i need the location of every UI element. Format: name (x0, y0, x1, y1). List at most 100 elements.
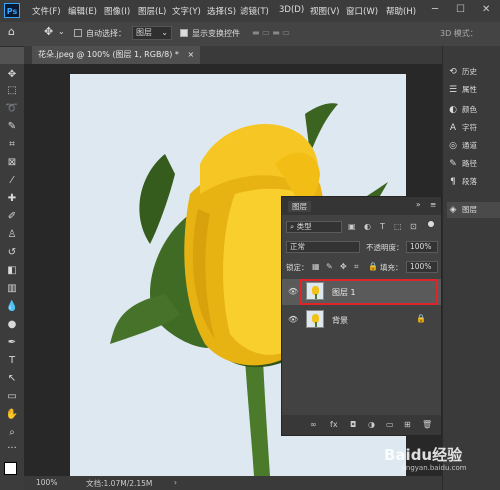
dock-channels[interactable]: ◎ 通道 (447, 138, 500, 154)
filter-type-icon[interactable]: T (380, 222, 385, 231)
dock-properties[interactable]: ☰ 属性 (447, 82, 500, 98)
menu-filter[interactable]: 滤镜(T) (240, 5, 269, 17)
brush-tool-icon[interactable]: ✐ (4, 210, 20, 224)
home-icon[interactable]: ⌂ (8, 25, 15, 38)
menu-help[interactable]: 帮助(H) (386, 5, 416, 17)
fill-field[interactable]: 100% (406, 261, 438, 273)
fx-icon[interactable]: fx (330, 420, 338, 429)
zoom-tool-icon[interactable]: ⌕ (4, 426, 20, 440)
zoom-level[interactable]: 100% (36, 478, 57, 487)
menu-edit[interactable]: 编辑(E) (68, 5, 97, 17)
link-icon[interactable]: ∞ (310, 420, 317, 429)
quick-select-tool-icon[interactable]: ✎ (4, 120, 20, 134)
dodge-tool-icon[interactable]: ● (4, 318, 20, 332)
dock-character[interactable]: A 字符 (447, 120, 500, 136)
more-tools-icon[interactable]: ··· (4, 442, 20, 456)
filter-pixel-icon[interactable]: ▣ (348, 222, 356, 231)
filter-adjust-icon[interactable]: ◐ (364, 222, 371, 231)
align-icons[interactable]: ▬ ▭ ▬ ▭ (252, 28, 290, 37)
character-icon: A (449, 123, 457, 133)
collapse-icon[interactable]: » (416, 200, 421, 209)
menu-window[interactable]: 窗口(W) (346, 5, 378, 17)
dock-history[interactable]: ⟲ 历史 (447, 64, 500, 80)
dock-paragraph[interactable]: ¶ 段落 (447, 174, 500, 190)
lock-all-icon[interactable]: 🔒 (368, 262, 378, 271)
new-layer-icon[interactable]: ⊞ (404, 420, 411, 429)
chevron-down-icon[interactable]: ⌄ (58, 27, 65, 36)
layer-name[interactable]: 背景 (332, 315, 348, 326)
layers-tab[interactable]: 图层 (288, 201, 311, 212)
hand-tool-icon[interactable]: ✋ (4, 408, 20, 422)
dock-color[interactable]: ◐ 颜色 (447, 102, 500, 118)
menu-layer[interactable]: 图层(L) (138, 5, 166, 17)
dock-layers[interactable]: ◈ 图层 (447, 202, 500, 218)
history-brush-icon[interactable]: ↺ (4, 246, 20, 260)
menu-file[interactable]: 文件(F) (32, 5, 61, 17)
lock-artboard-icon[interactable]: ⌗ (354, 262, 359, 272)
menu-view[interactable]: 视图(V) (310, 5, 339, 17)
close-button[interactable]: ✕ (482, 4, 490, 15)
menu-type[interactable]: 文字(Y) (172, 5, 201, 17)
channels-icon: ◎ (449, 141, 457, 151)
path-select-icon[interactable]: ↖ (4, 372, 20, 386)
close-tab-icon[interactable]: × (187, 50, 194, 59)
pen-tool-icon[interactable]: ✒ (4, 336, 20, 350)
menu-bar: Ps 文件(F) 编辑(E) 图像(I) 图层(L) 文字(Y) 选择(S) 滤… (0, 0, 500, 22)
filter-toggle[interactable] (428, 221, 434, 227)
healing-brush-icon[interactable]: ✚ (4, 192, 20, 206)
eyedropper-tool-icon[interactable]: ⁄ (4, 174, 20, 188)
lasso-tool-icon[interactable]: ➰ (4, 102, 20, 116)
mask-icon[interactable]: ◘ (350, 420, 356, 429)
auto-select-checkbox[interactable] (74, 29, 82, 37)
lock-image-icon[interactable]: ✎ (326, 262, 333, 271)
filter-kind-dropdown[interactable]: ⌕ 类型 (286, 221, 342, 233)
delete-icon[interactable]: 🗑 (422, 420, 432, 429)
photoshop-logo[interactable]: Ps (4, 3, 20, 18)
auto-select-dropdown[interactable]: 图层 ⌄ (132, 26, 172, 40)
eraser-tool-icon[interactable]: ◧ (4, 264, 20, 278)
move-tool-icon[interactable]: ✥ (4, 68, 20, 82)
foreground-color-swatch[interactable] (4, 462, 17, 475)
watermark-text: Baidu经验 (384, 446, 463, 464)
chevron-down-icon: ⌄ (161, 28, 168, 37)
blend-mode-dropdown[interactable]: 正常 (286, 241, 360, 253)
dock-paths[interactable]: ✎ 路径 (447, 156, 500, 172)
visibility-eye-icon[interactable]: 👁 (288, 287, 298, 296)
gradient-tool-icon[interactable]: ▥ (4, 282, 20, 296)
tools-panel: ✥ ⬚ ➰ ✎ ⌗ ⊠ ⁄ ✚ ✐ ♙ ↺ ◧ ▥ 💧 ● ✒ T ↖ ▭ ✋ … (0, 64, 24, 490)
layer-filter-row: ⌕ 类型 ▣ ◐ T ⬚ ⊡ (282, 219, 441, 235)
group-icon[interactable]: ▭ (386, 420, 394, 429)
type-tool-icon[interactable]: T (4, 354, 20, 368)
properties-icon: ☰ (448, 85, 458, 95)
transform-controls-checkbox[interactable] (180, 29, 188, 37)
panel-menu-icon[interactable]: ≡ (430, 200, 436, 209)
auto-select-label: 自动选择： (86, 29, 126, 38)
move-tool-icon[interactable]: ✥ (44, 25, 53, 38)
minimize-button[interactable]: ─ (432, 4, 438, 15)
marquee-tool-icon[interactable]: ⬚ (4, 84, 20, 98)
opacity-field[interactable]: 100% (406, 241, 438, 253)
visibility-eye-icon[interactable]: 👁 (288, 315, 298, 324)
lock-position-icon[interactable]: ✥ (340, 262, 347, 271)
clone-stamp-icon[interactable]: ♙ (4, 228, 20, 242)
filter-smart-icon[interactable]: ⊡ (410, 222, 417, 231)
menu-3d[interactable]: 3D(D) (279, 5, 304, 15)
menu-image[interactable]: 图像(I) (104, 5, 130, 17)
layers-panel-footer: ∞ fx ◘ ◑ ▭ ⊞ 🗑 (282, 415, 441, 435)
filter-shape-icon[interactable]: ⬚ (394, 222, 402, 231)
rectangle-tool-icon[interactable]: ▭ (4, 390, 20, 404)
status-menu-icon[interactable]: › (174, 478, 177, 487)
crop-tool-icon[interactable]: ⌗ (4, 138, 20, 152)
frame-tool-icon[interactable]: ⊠ (4, 156, 20, 170)
layer-thumbnail (306, 310, 324, 328)
options-bar: ⌂ ✥ ⌄ 自动选择： 图层 ⌄ 显示变换控件 ▬ ▭ ▬ ▭ 3D 模式： (0, 22, 500, 47)
lock-transparent-icon[interactable]: ▦ (312, 262, 320, 271)
layer-row-1[interactable]: 👁 图层 1 (282, 279, 441, 305)
opacity-label: 不透明度： (366, 243, 404, 252)
layer-row-background[interactable]: 👁 背景 🔒 (282, 307, 441, 333)
document-tab[interactable]: 花朵.jpeg @ 100% (图层 1, RGB/8) * × (32, 46, 201, 64)
maximize-button[interactable]: ☐ (456, 4, 465, 15)
adjustment-icon[interactable]: ◑ (368, 420, 375, 429)
menu-select[interactable]: 选择(S) (207, 5, 236, 17)
blur-tool-icon[interactable]: 💧 (4, 300, 20, 314)
